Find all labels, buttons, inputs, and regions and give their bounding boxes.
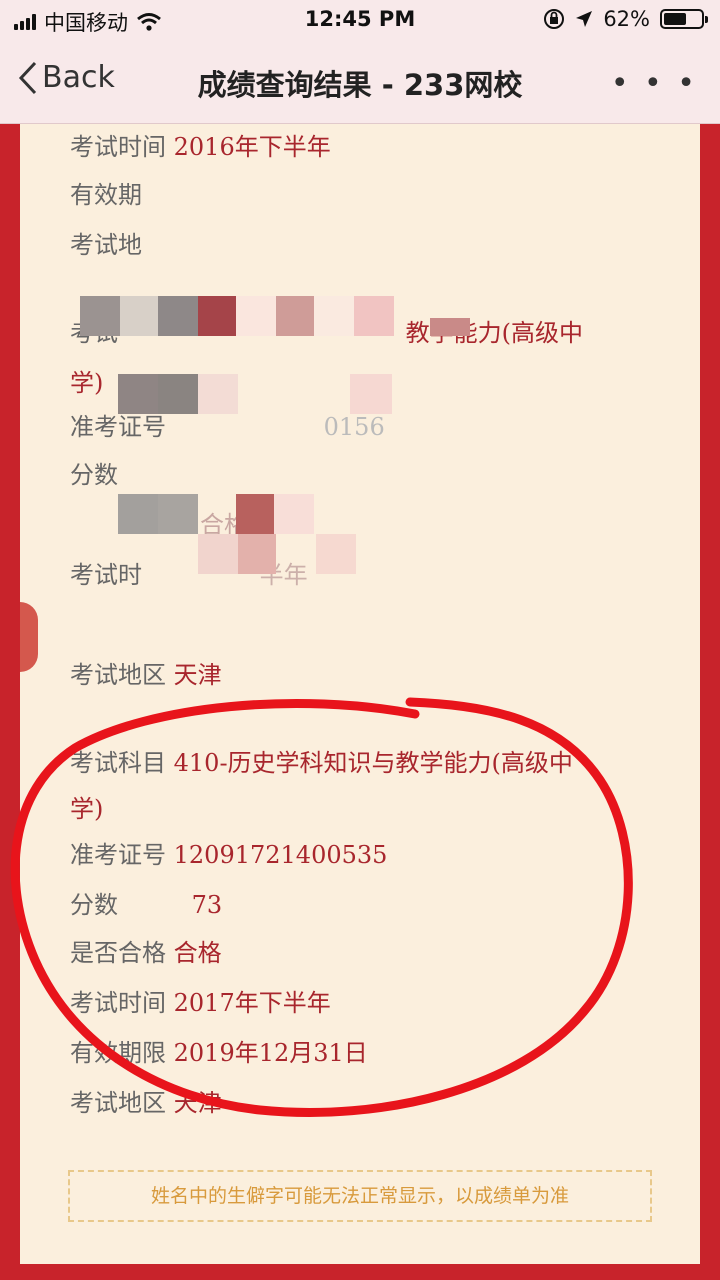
field-label: 考试科目 [70,749,166,777]
field-value: 学) [70,795,104,823]
field-label: 考试地区 [70,1089,166,1117]
field-label: 分数 [70,461,118,489]
orientation-lock-icon [544,9,565,29]
field-label: 准考证号 [70,413,166,441]
record-main-region: 考试地区 天津 [70,1086,222,1120]
field-value: 0156 [323,413,385,441]
field-label: 考试地 [70,231,142,259]
result-card: 考试时间 2016年下半年 有效期 考试地 考试 教学能力(高级中 学) 准考证… [20,124,700,1264]
field-value: 2016年下半年 [173,133,331,161]
status-bar: 中国移动 12:45 PM 62% [0,0,720,40]
field-label: 考试地区 [70,661,166,689]
location-arrow-icon [576,11,593,27]
more-button[interactable]: • • • [611,66,698,101]
record-main-time: 考试时间 2017年下半年 [70,986,331,1020]
field-value: 73 [191,891,223,919]
field-value: 12091721400535 [173,841,388,869]
field-label: 有效期限 [70,1039,166,1067]
field-label: 考试时间 [70,989,166,1017]
battery-percent: 62% [603,7,650,31]
record-top-subject-cont: 学) [70,366,103,400]
record-top-region2: 考试地区 天津 [70,658,222,692]
field-label: 有效期 [70,181,142,209]
record-top-region: 考试地 [70,228,142,262]
battery-icon [660,9,708,29]
record-main-subject: 考试科目 410-历史学科知识与教学能力(高级中 [70,746,630,780]
notice-box: 姓名中的生僻字可能无法正常显示，以成绩单为准 [68,1170,652,1222]
field-value: 合格 [173,939,222,967]
field-label: 分数 [70,891,118,919]
record-top-time: 考试时间 2016年下半年 [70,130,331,164]
field-value: 天津 [173,661,222,689]
field-value: 2019年12月31日 [173,1039,368,1067]
record-top-ticket: 准考证号 0156 [70,410,385,444]
status-right: 62% [543,7,708,31]
field-label: 考试时 [70,561,142,589]
field-value: 天津 [173,1089,222,1117]
field-value: 410-历史学科知识与教学能力(高级中 [173,749,573,777]
field-value: 学) [70,369,104,397]
nav-bar: Back 成绩查询结果 - 233网校 • • • [0,40,720,124]
record-main-validity: 有效期限 2019年12月31日 [70,1036,368,1070]
field-label: 考试时间 [70,133,166,161]
field-label: 准考证号 [70,841,166,869]
record-main-ticket: 准考证号 12091721400535 [70,838,387,872]
field-label: 是否合格 [70,939,166,967]
record-main-score: 分数 73 [70,888,222,922]
record-main-subject-cont: 学) [70,792,103,826]
record-top-validity: 有效期 [70,178,142,212]
field-value: 2017年下半年 [173,989,331,1017]
record-top-score: 分数 [70,458,118,492]
record-main-pass: 是否合格 合格 [70,936,222,970]
